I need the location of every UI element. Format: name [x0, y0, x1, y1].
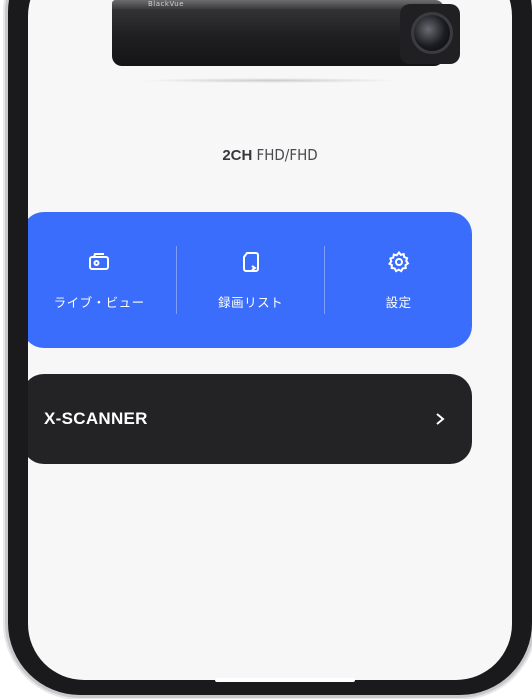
file-list-icon — [242, 251, 259, 272]
camera-lens — [411, 12, 453, 54]
settings-button[interactable]: 設定 — [325, 212, 472, 348]
app-screen: BlackVue 2CH FHD/FHD ライブ・ビュー 録画リスト 設定 X-… — [28, 0, 512, 680]
recording-list-label: 録画リスト — [218, 294, 284, 310]
recording-list-button[interactable]: 録画リスト — [177, 212, 324, 348]
resolution-text: FHD/FHD — [256, 146, 318, 164]
camera-icon — [89, 252, 110, 270]
chevron-right-icon — [436, 413, 445, 425]
brand-mark: BlackVue — [148, 0, 184, 8]
home-indicator[interactable] — [215, 678, 355, 682]
gear-icon — [387, 250, 409, 272]
model-label: 2CH FHD/FHD — [28, 146, 512, 164]
channel-count: 2CH — [222, 147, 253, 164]
live-view-label: ライブ・ビュー — [53, 294, 145, 310]
x-scanner-label: X-SCANNER — [44, 409, 148, 428]
dashcam-product-image: BlackVue — [100, 0, 464, 83]
settings-label: 設定 — [385, 294, 412, 310]
quick-actions-panel: ライブ・ビュー 録画リスト 設定 — [28, 212, 472, 348]
x-scanner-button[interactable]: X-SCANNER — [28, 374, 472, 464]
live-view-button[interactable]: ライブ・ビュー — [28, 212, 176, 348]
